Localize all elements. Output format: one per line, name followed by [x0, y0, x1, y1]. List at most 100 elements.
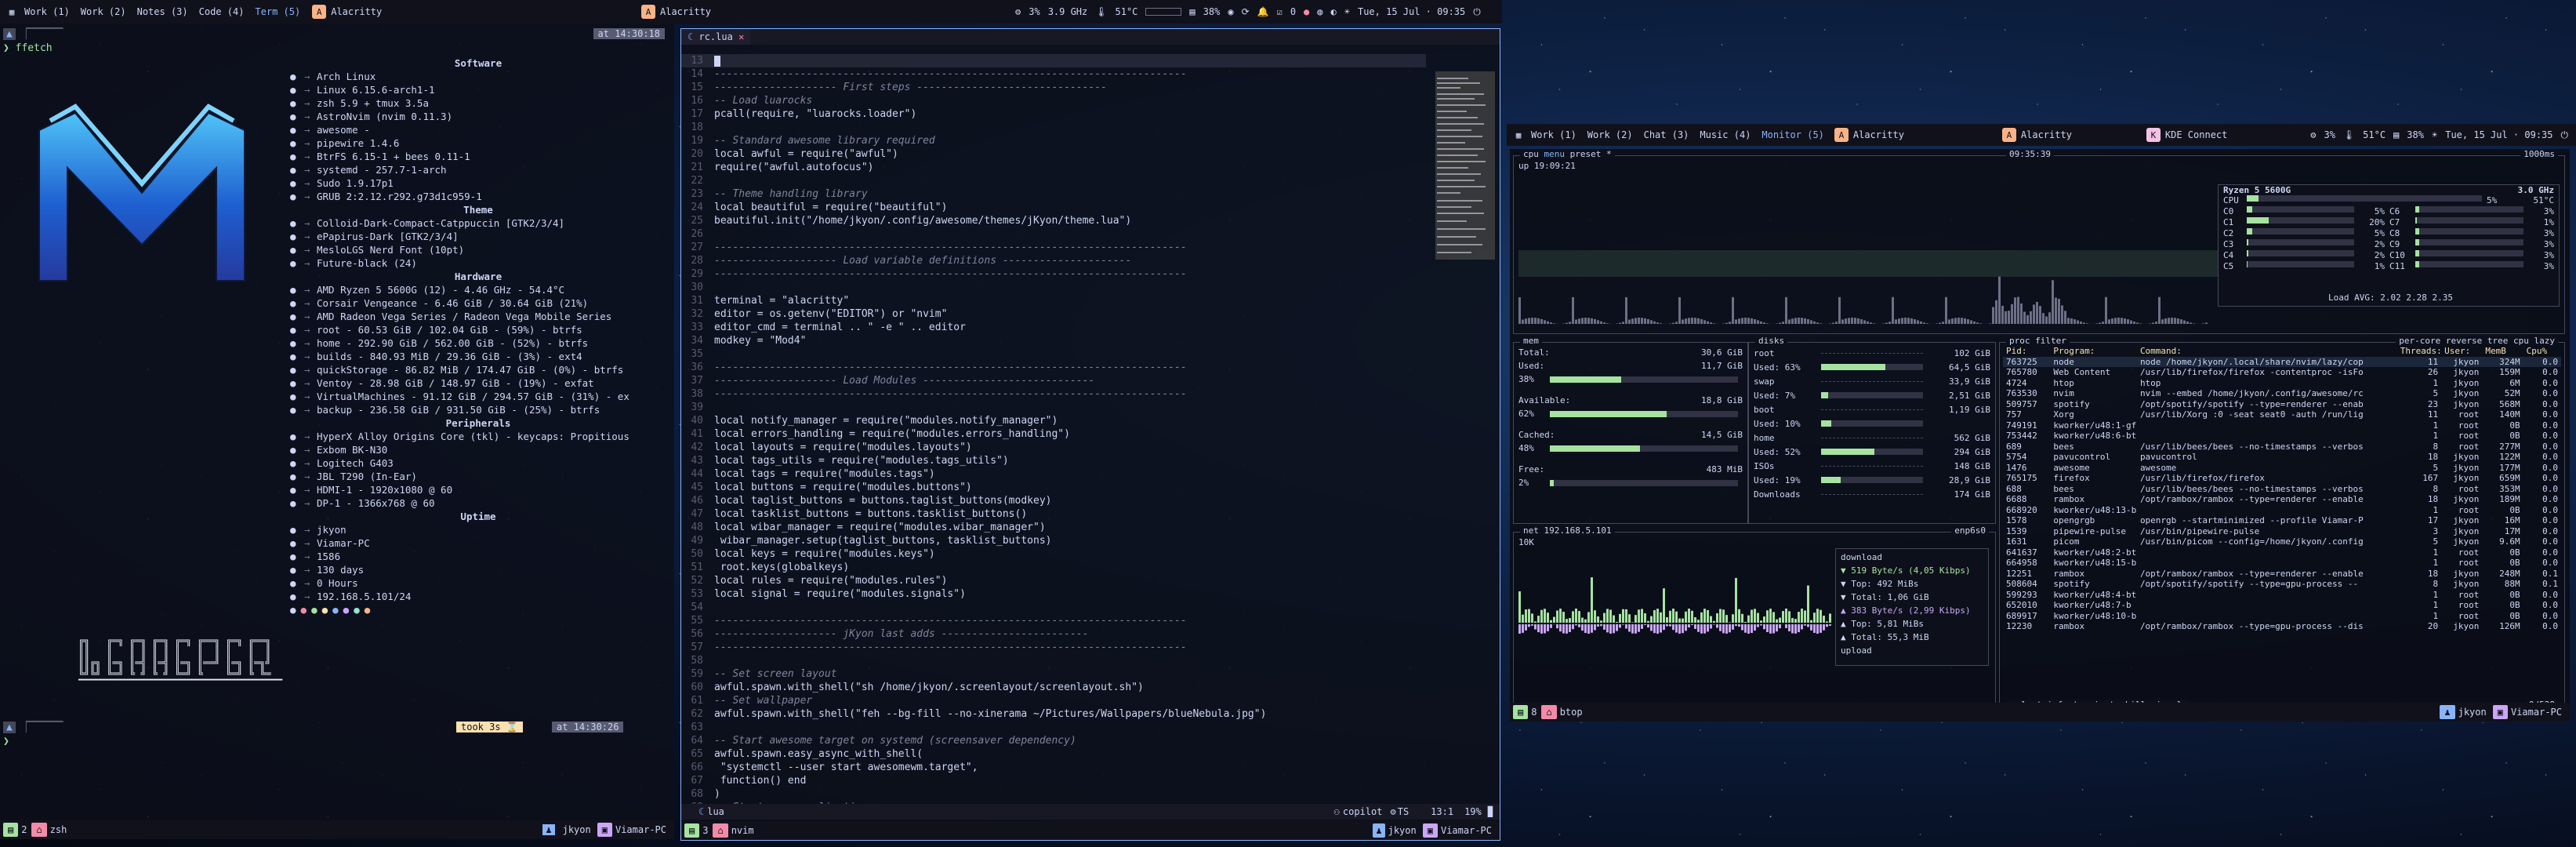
proc-row[interactable]: 688 bees/usr/lib/bees/bees --no-timestamp…: [2003, 484, 2561, 495]
code-line[interactable]: 57 --------------------------------------…: [681, 641, 1426, 654]
proc-row[interactable]: 12251 rambox/opt/rambox/rambox --type=ren…: [2003, 569, 2561, 580]
github-icon[interactable]: ◍: [1317, 6, 1322, 17]
code-line[interactable]: 67 function() end: [681, 774, 1426, 787]
code-line[interactable]: 50 local keys = require("modules.keys"): [681, 547, 1426, 561]
tag-1[interactable]: Work (1): [19, 6, 75, 17]
code-line[interactable]: 21 require("awful.autofocus"): [681, 161, 1426, 174]
tag-4[interactable]: Code (4): [194, 6, 250, 17]
nvim-window[interactable]: ☾ rc.lua ✕ 13 14 -------------------------…: [680, 28, 1500, 841]
code-line[interactable]: 14 --------------------------------------…: [681, 67, 1426, 81]
btop-refresh[interactable]: 1000ms: [2520, 149, 2558, 159]
code-line[interactable]: 65 awful.spawn.easy_async_with_shell(: [681, 747, 1426, 761]
tag-3[interactable]: Notes (3): [132, 6, 194, 17]
proc-row[interactable]: 6688 rambox/opt/rambox/rambox --type=rend…: [2003, 494, 2561, 505]
code-line[interactable]: 42 local layouts = require("modules.layou…: [681, 441, 1426, 454]
code-line[interactable]: 47 local tasklist_buttons = buttons.taskl…: [681, 507, 1426, 521]
code-line[interactable]: 49 wibar_manager.setup(taglist_buttons, …: [681, 534, 1426, 547]
code-line[interactable]: 17 pcall(require, "luarocks.loader"): [681, 107, 1426, 121]
code-line[interactable]: 34 modkey = "Mod4": [681, 334, 1426, 347]
code-line[interactable]: 44 local tags = require("modules.tags"): [681, 467, 1426, 481]
code-line[interactable]: 22: [681, 174, 1426, 187]
tag2-3[interactable]: Chat (3): [1638, 129, 1695, 140]
proc-row[interactable]: 668920 kworker/u48:13-b 1 root 0B 0.0: [2003, 505, 2561, 516]
proc-row[interactable]: 749191 kworker/u48:1-gf 1 root 0B 0.0: [2003, 420, 2561, 431]
proc-col-header[interactable]: MemB: [2482, 346, 2523, 357]
code-line[interactable]: 66 "systemctl --user start awesomewm.tar…: [681, 761, 1426, 774]
tag2-2[interactable]: Work (2): [1582, 129, 1638, 140]
proc-row[interactable]: 664958 kworker/u48:15-b 1 root 0B 0.0: [2003, 558, 2561, 569]
tmux-win-name[interactable]: btop: [1560, 707, 1583, 718]
code-line[interactable]: 62 awful.spawn.with_shell("feh --bg-fill …: [681, 707, 1426, 721]
discord-icon[interactable]: ◐: [1331, 6, 1337, 17]
net-iface[interactable]: enp6s0: [1951, 525, 1989, 536]
cursor-prompt[interactable]: ❯: [3, 736, 9, 747]
code-line[interactable]: 45 local buttons = require("modules.butto…: [681, 481, 1426, 494]
code-line[interactable]: 31 terminal = "alacritty": [681, 294, 1426, 307]
code-line[interactable]: 61 -- Set wallpaper: [681, 694, 1426, 707]
code-line[interactable]: 58: [681, 654, 1426, 667]
tag2-5[interactable]: Monitor (5): [1756, 129, 1829, 140]
task2-2[interactable]: Alacritty: [2021, 129, 2146, 140]
proc-col-header[interactable]: Cpu%: [2523, 346, 2561, 357]
code-line[interactable]: 54: [681, 601, 1426, 614]
task2-3[interactable]: KDE Connect: [2165, 129, 2227, 140]
code-line[interactable]: 25 beautiful.init("/home/jkyon/.config/aw…: [681, 214, 1426, 227]
preset[interactable]: preset *: [1570, 149, 1612, 159]
code-line[interactable]: 59 -- Set screen layout: [681, 667, 1426, 681]
proc-row[interactable]: 508604 spotify/opt/spotify/spotify --type…: [2003, 579, 2561, 590]
btop-window[interactable]: cpu menu preset * 09:35:39 1000ms up 19:…: [1510, 149, 2570, 722]
proc-options[interactable]: per-core reverse tree cpu lazy: [2396, 336, 2558, 346]
color-icon[interactable]: ●: [1304, 6, 1309, 17]
proc-row[interactable]: 763530 nvim nvim --embed /home/jkyon/.conf…: [2003, 388, 2561, 399]
code-line[interactable]: 24 local beautiful = require("beautiful"): [681, 201, 1426, 214]
code-line[interactable]: 43 local tags_utils = require("modules.ta…: [681, 454, 1426, 467]
task2-1[interactable]: Alacritty: [1853, 129, 2002, 140]
code-line[interactable]: 30: [681, 281, 1426, 294]
code-line[interactable]: 26: [681, 227, 1426, 241]
proc-row[interactable]: 599293 kworker/u48:4-bt 1 root 0B 0.0: [2003, 590, 2561, 601]
code-line[interactable]: 63: [681, 721, 1426, 734]
task-alacritty-1[interactable]: Alacritty: [331, 6, 382, 17]
tmux-win-name[interactable]: nvim: [731, 825, 754, 836]
code-line[interactable]: 51 root.keys(globalkeys): [681, 561, 1426, 574]
code-line[interactable]: 19 -- Standard awesome library required: [681, 134, 1426, 147]
proc-row[interactable]: 1631 picom/usr/bin/picom --config=/home/j…: [2003, 536, 2561, 547]
proc-row[interactable]: 1539 pipewire-pulse/usr/bin/pipewire-puls…: [2003, 526, 2561, 537]
code-line[interactable]: 48 local wibar_manager = require("modules…: [681, 521, 1426, 534]
terminal-fetch[interactable]: ▲ ▕▔▔▔▔▔▔ at 14:30:18 ❯ ffetch Software ●…: [0, 24, 674, 839]
sync-icon[interactable]: ⟳: [1242, 6, 1250, 17]
volume-icon[interactable]: ◉: [1228, 6, 1233, 17]
code-line[interactable]: 23 -- Theme handling library: [681, 187, 1426, 201]
close-icon[interactable]: ✕: [738, 31, 744, 42]
proc-col-header[interactable]: User:: [2441, 346, 2482, 357]
proc-row[interactable]: 5754 pavucontrol pavucontrol 18 jkyon 122M 0.0: [2003, 452, 2561, 463]
bell-icon[interactable]: 🔔: [1257, 6, 1269, 17]
tmux-win-name[interactable]: zsh: [50, 824, 67, 835]
code-line[interactable]: 40 local notify_manager = require("module…: [681, 414, 1426, 427]
layout-icon[interactable]: ▦: [5, 5, 19, 19]
code-line[interactable]: 15 -------------------- First steps -----…: [681, 81, 1426, 94]
proc-row[interactable]: 641637 kworker/u48:2-bt 1 root 0B 0.0: [2003, 547, 2561, 558]
proc-col-header[interactable]: Pid:: [2003, 346, 2050, 357]
code-line[interactable]: 68): [681, 787, 1426, 801]
code-line[interactable]: 56 -------------------- jKyon last adds -…: [681, 627, 1426, 641]
code-area[interactable]: 13 14 ------------------------------------…: [681, 54, 1426, 807]
tag-5[interactable]: Term (5): [249, 6, 306, 17]
code-line[interactable]: 16 -- Load luarocks: [681, 94, 1426, 107]
proc-row[interactable]: 4724 htop htop 1 jkyon 6M 0.0: [2003, 378, 2561, 389]
proc-filter[interactable]: filter: [2035, 336, 2066, 346]
proc-row[interactable]: 689917 kworker/u48:10-b 1 root 0B 0.0: [2003, 611, 2561, 622]
proc-row[interactable]: 652010 kworker/u48:7-b 1 root 0B 0.0: [2003, 600, 2561, 611]
code-line[interactable]: 33 editor_cmd = terminal .. " -e " .. edi…: [681, 321, 1426, 334]
tab-rc-lua[interactable]: ☾ rc.lua ✕: [681, 29, 751, 45]
code-line[interactable]: 38 --------------------------------------…: [681, 387, 1426, 401]
tag2-1[interactable]: Work (1): [1526, 129, 1582, 140]
code-line[interactable]: 35: [681, 347, 1426, 361]
checkbox-icon[interactable]: ☑: [1277, 6, 1283, 17]
code-line[interactable]: 18: [681, 121, 1426, 134]
tag-2[interactable]: Work (2): [75, 6, 132, 17]
proc-row[interactable]: 1578 opengrgb openrgb --startminimized --p…: [2003, 515, 2561, 526]
proc-row[interactable]: 763725 node node /home/jkyon/.local/share/…: [2003, 356, 2561, 367]
proc-row[interactable]: 765780 Web Content/usr/lib/firefox/firefo…: [2003, 367, 2561, 378]
layout-icon[interactable]: ▦: [1511, 128, 1526, 142]
